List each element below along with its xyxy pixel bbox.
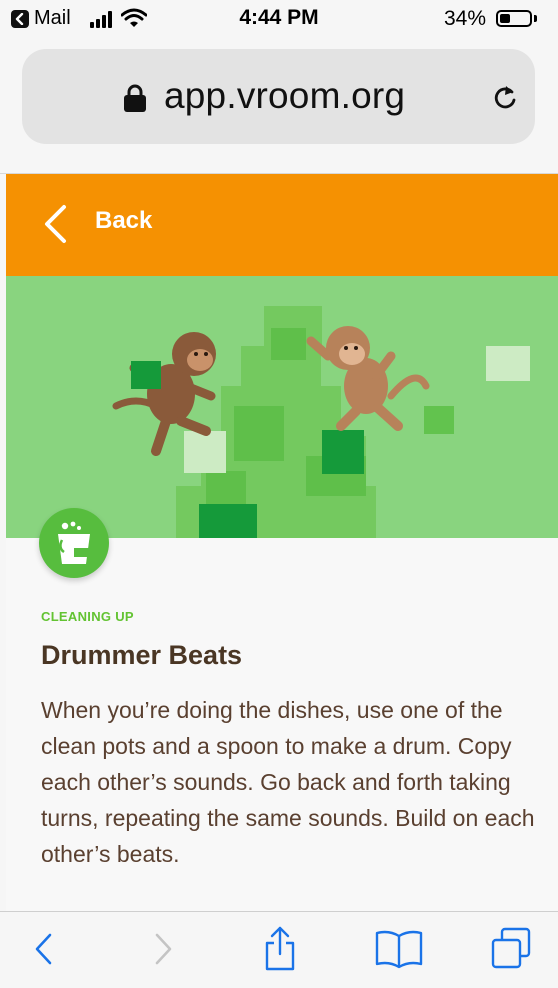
address-bar[interactable]: app.vroom.org — [22, 49, 535, 144]
chevron-left-icon[interactable] — [42, 204, 68, 244]
status-bar: Mail 4:44 PM 34% — [0, 0, 558, 40]
activity-description: When you’re doing the dishes, use one of… — [41, 697, 535, 867]
back-nav-bar[interactable]: Back — [6, 174, 558, 276]
battery-nub — [534, 15, 537, 22]
activity-title: Drummer Beats — [41, 640, 243, 670]
back-icon[interactable] — [30, 926, 56, 972]
battery-percent: 34% — [443, 7, 486, 30]
battery-fill — [500, 14, 510, 23]
tabs-icon[interactable] — [490, 926, 532, 972]
monkey-left — [112, 332, 216, 456]
bookmarks-icon[interactable] — [374, 926, 424, 972]
lock-icon — [124, 84, 146, 112]
browser-toolbar — [0, 911, 558, 988]
monkeys-illustration — [6, 276, 558, 538]
battery-icon — [496, 10, 532, 27]
forward-icon[interactable] — [150, 926, 176, 972]
back-button[interactable]: Back — [95, 207, 152, 235]
address-bar-area: app.vroom.org — [0, 40, 558, 174]
cleaning-bucket-icon — [58, 521, 90, 564]
category-badge — [39, 508, 109, 578]
reload-icon[interactable] — [491, 82, 519, 112]
url-domain[interactable]: app.vroom.org — [164, 75, 405, 117]
share-icon[interactable] — [263, 926, 297, 972]
activity-category: CLEANING UP — [41, 609, 134, 624]
